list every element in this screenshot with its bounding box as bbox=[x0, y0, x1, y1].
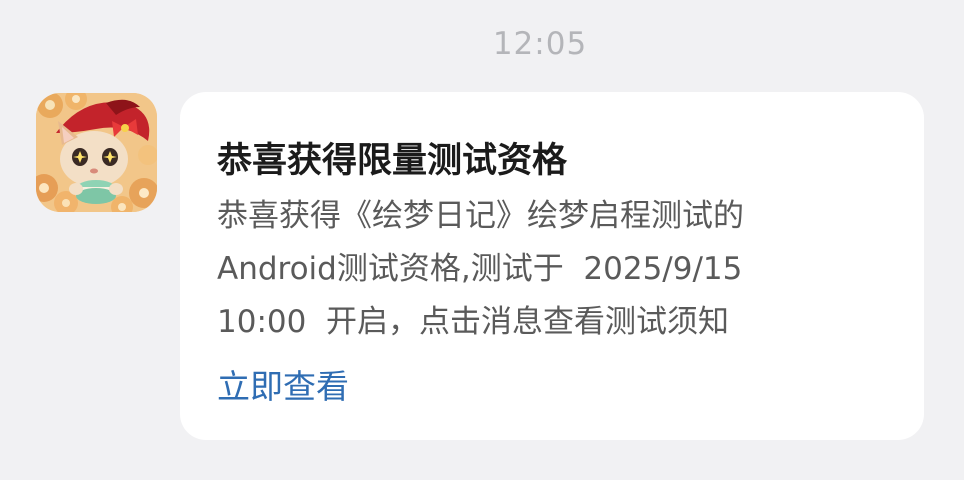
game-app-icon[interactable] bbox=[36, 93, 157, 212]
notification-card[interactable]: 恭喜获得限量测试资格 恭喜获得《绘梦日记》绘梦启程测试的 Android测试资格… bbox=[180, 92, 924, 440]
notification-title: 恭喜获得限量测试资格 bbox=[217, 141, 568, 181]
notification-body-line: 10:00 开启，点击消息查看测试须知 bbox=[217, 304, 730, 340]
notification-body-line: Android测试资格,测试于 2025/9/15 bbox=[217, 251, 743, 287]
view-now-link[interactable]: 立即查看 bbox=[217, 360, 349, 408]
notification-body-line: 恭喜获得《绘梦日记》绘梦启程测试的 bbox=[217, 198, 744, 234]
message-timestamp: 12:05 bbox=[492, 26, 588, 62]
notification-body: 恭喜获得《绘梦日记》绘梦启程测试的 Android测试资格,测试于 2025/9… bbox=[217, 190, 817, 349]
